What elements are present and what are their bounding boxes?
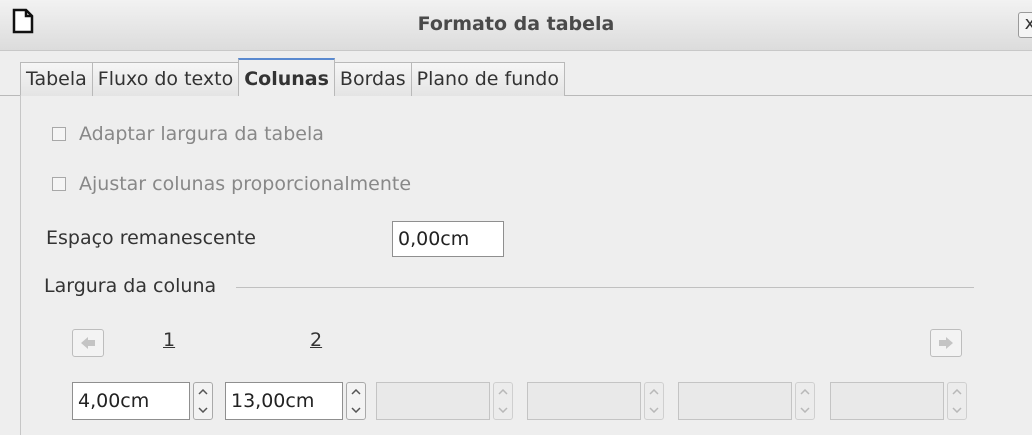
- spin-buttons[interactable]: [346, 382, 366, 420]
- spin-buttons: [644, 382, 664, 420]
- remaining-space-label: Espaço remanescente: [46, 227, 256, 249]
- column-width-spinbox-6: [830, 382, 967, 420]
- column-width-spinbox-5: [678, 382, 815, 420]
- spin-buttons: [947, 382, 967, 420]
- spin-up-icon: [494, 383, 512, 401]
- tab-plano-de-fundo[interactable]: Plano de fundo: [410, 62, 565, 96]
- spin-up-icon[interactable]: [194, 383, 212, 401]
- column-width-field-2[interactable]: 13,00cm: [225, 382, 343, 420]
- close-button[interactable]: x: [1018, 12, 1032, 38]
- spin-up-icon: [796, 383, 814, 401]
- arrow-left-icon: [81, 337, 95, 349]
- previous-columns-button[interactable]: [72, 329, 104, 357]
- spin-buttons: [493, 382, 513, 420]
- spin-down-icon: [494, 401, 512, 419]
- adjust-columns-label: Ajustar colunas proporcionalmente: [79, 173, 412, 195]
- spin-down-icon[interactable]: [347, 401, 365, 419]
- spin-down-icon: [645, 401, 663, 419]
- spin-up-icon: [645, 383, 663, 401]
- column-width-spinbox-2[interactable]: 13,00cm: [225, 382, 366, 420]
- section-divider: [236, 287, 974, 288]
- spin-down-icon: [796, 401, 814, 419]
- spin-down-icon: [948, 401, 966, 419]
- column-width-spinbox-3: [376, 382, 513, 420]
- adjust-columns-option[interactable]: Ajustar colunas proporcionalmente: [52, 170, 411, 198]
- column-number-2: 2: [310, 329, 323, 351]
- adjust-columns-checkbox[interactable]: [52, 177, 66, 191]
- adapt-width-label: Adaptar largura da tabela: [79, 123, 324, 145]
- tab-bar: Tabela Fluxo do texto Colunas Bordas Pla…: [20, 58, 565, 96]
- close-icon: x: [1024, 13, 1032, 34]
- adapt-width-option[interactable]: Adaptar largura da tabela: [52, 120, 324, 148]
- column-width-spinbox-1[interactable]: 4,00cm: [72, 382, 213, 420]
- column-width-field-3: [376, 382, 490, 420]
- column-width-field-1[interactable]: 4,00cm: [72, 382, 190, 420]
- tab-bordas[interactable]: Bordas: [333, 62, 412, 96]
- remaining-space-field[interactable]: 0,00cm: [392, 221, 504, 257]
- spin-up-icon: [948, 383, 966, 401]
- spin-buttons[interactable]: [193, 382, 213, 420]
- spin-buttons: [795, 382, 815, 420]
- column-number-1: 1: [163, 329, 176, 351]
- column-width-spinbox-4: [527, 382, 664, 420]
- column-width-field-6: [830, 382, 944, 420]
- window-title: Formato da tabela: [417, 13, 615, 35]
- spin-down-icon[interactable]: [194, 401, 212, 419]
- arrow-right-icon: [939, 337, 953, 349]
- adapt-width-checkbox[interactable]: [52, 127, 66, 141]
- tab-fluxo-do-texto[interactable]: Fluxo do texto: [91, 62, 240, 96]
- tab-colunas[interactable]: Colunas: [238, 58, 335, 96]
- tab-tabela[interactable]: Tabela: [20, 62, 93, 96]
- spin-up-icon[interactable]: [347, 383, 365, 401]
- column-width-field-5: [678, 382, 792, 420]
- column-width-section-label: Largura da coluna: [44, 275, 217, 297]
- next-columns-button[interactable]: [930, 329, 962, 357]
- column-width-field-4: [527, 382, 641, 420]
